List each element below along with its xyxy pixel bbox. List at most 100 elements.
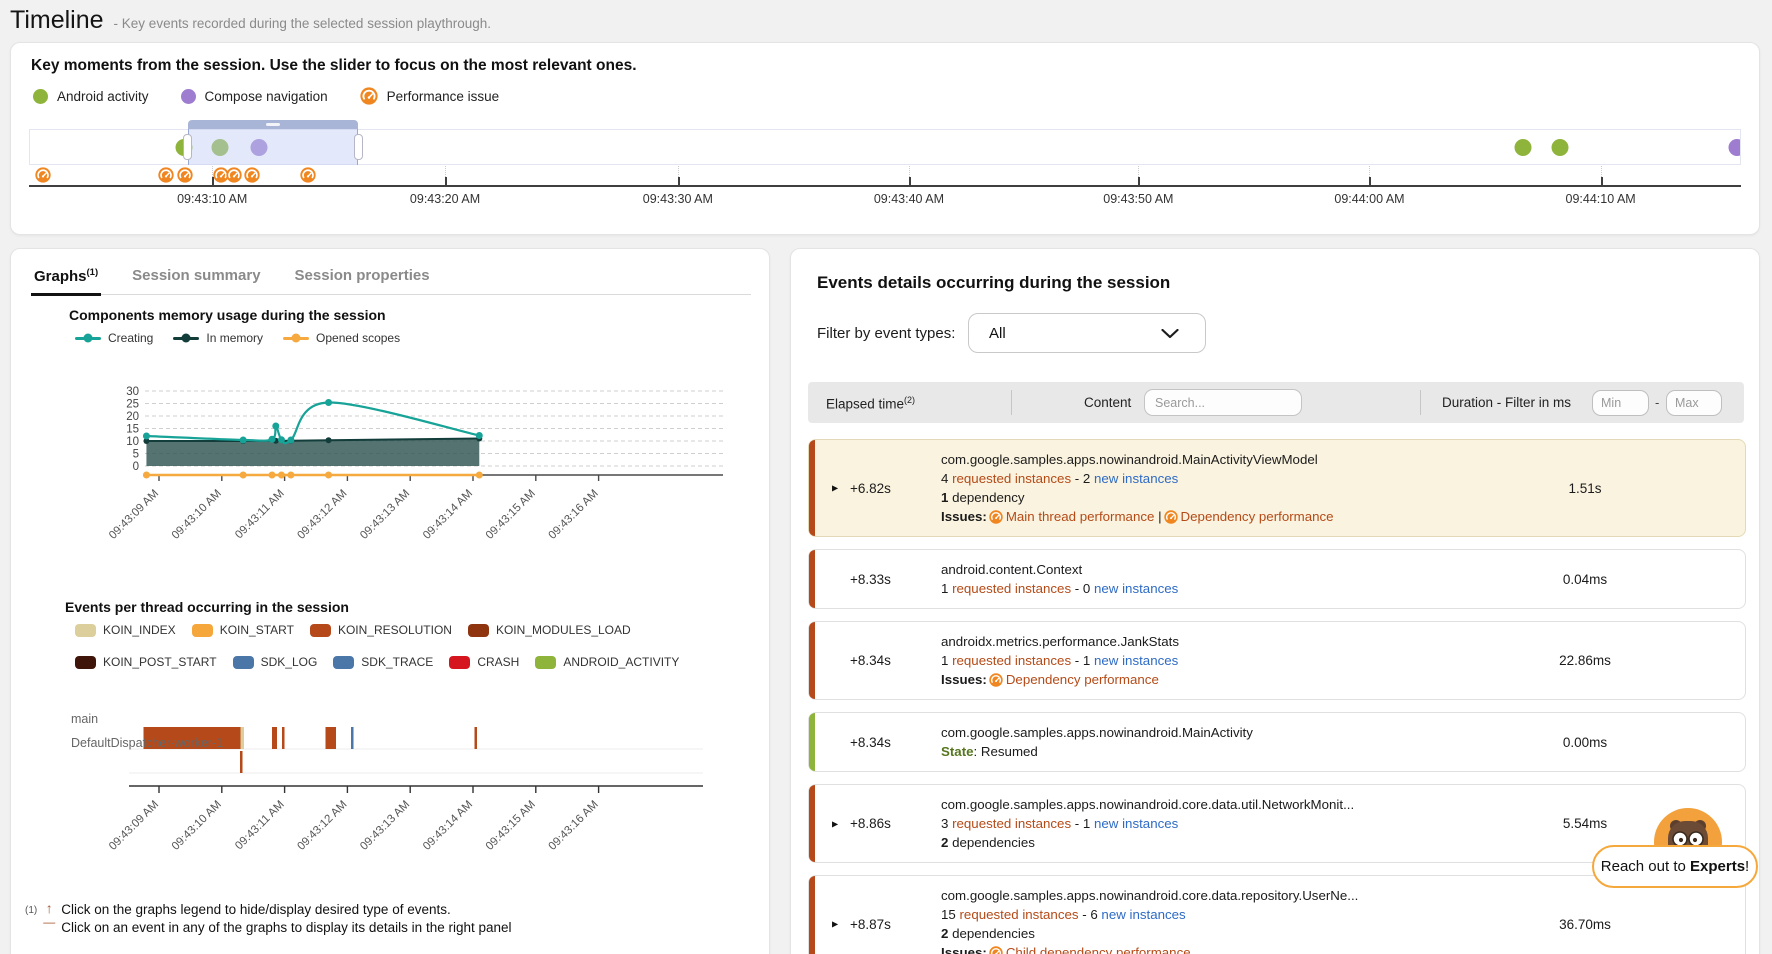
dependencies-label: dependencies — [948, 835, 1035, 850]
content-cell: com.google.samples.apps.nowinandroid.cor… — [941, 886, 1425, 954]
svg-text:09:43:09 AM: 09:43:09 AM — [107, 799, 161, 853]
elapsed-cell: +8.34s — [809, 653, 941, 668]
axis-tick-label: 09:43:10 AM — [177, 192, 247, 206]
expand-arrow-icon[interactable]: ▶ — [832, 920, 838, 929]
event-type-swatch-icon — [310, 624, 331, 637]
memory-usage-chart[interactable]: 05101520253009:43:09 AM09:43:10 AM09:43:… — [81, 353, 736, 553]
new-instances-link[interactable]: new instances — [1094, 581, 1178, 596]
event-row[interactable]: +8.33sandroid.content.Context1 requested… — [808, 549, 1746, 609]
elapsed-value: +6.82s — [850, 481, 891, 496]
performance-issue-icon[interactable] — [35, 167, 51, 183]
content-cell: com.google.samples.apps.nowinandroid.Mai… — [941, 723, 1425, 761]
content-cell: com.google.samples.apps.nowinandroid.Mai… — [941, 450, 1425, 526]
new-instances-link[interactable]: new instances — [1094, 471, 1178, 486]
event-row[interactable]: +8.34sandroidx.metrics.performance.JankS… — [808, 621, 1746, 700]
event-row[interactable]: +8.34s com.google.samples.apps.nowinandro… — [808, 712, 1746, 772]
axis-tick-label: 09:43:20 AM — [410, 192, 480, 206]
memory-legend-opened-scopes[interactable]: Opened scopes — [283, 331, 400, 345]
elapsed-cell: ▶ +8.87s — [809, 917, 941, 932]
performance-issue-icon[interactable] — [177, 167, 193, 183]
filter-label: Filter by event types: — [817, 325, 955, 342]
new-instances-link[interactable]: new instances — [1101, 907, 1185, 922]
issue-link[interactable]: Child dependency performance — [1006, 945, 1191, 954]
chevron-down-icon — [1161, 329, 1179, 339]
svg-text:09:43:15 AM: 09:43:15 AM — [484, 799, 538, 853]
tab-session-properties[interactable]: Session properties — [292, 263, 433, 294]
thread-events-chart[interactable]: mainDefaultDispatcher-worker-109:43:09 A… — [41, 701, 731, 866]
tab-graphs[interactable]: Graphs(1) — [31, 263, 101, 296]
duration-value: 1.51s — [1425, 481, 1745, 496]
requested-instances-link[interactable]: requested instances — [952, 581, 1071, 596]
thread-chart-title: Events per thread occurring in the sessi… — [65, 599, 349, 615]
thread-legend-koin_index[interactable]: KOIN_INDEX — [75, 623, 176, 637]
reach-out-to-experts-button[interactable]: Reach out to Experts! — [1592, 845, 1758, 888]
selection-right-handle[interactable] — [354, 134, 363, 160]
requested-instances-link[interactable]: requested instances — [952, 816, 1071, 831]
elapsed-value: +8.34s — [850, 735, 891, 750]
issue-link[interactable]: Main thread performance — [1006, 509, 1155, 524]
event-type-filter-dropdown[interactable]: All — [968, 313, 1206, 353]
elapsed-value: +8.87s — [850, 917, 891, 932]
svg-text:30: 30 — [126, 386, 139, 398]
thread-legend-koin_start[interactable]: KOIN_START — [192, 623, 294, 637]
timeline-selection-range[interactable] — [188, 120, 357, 165]
thread-legend-koin_resolution[interactable]: KOIN_RESOLUTION — [310, 623, 452, 637]
tab-session-summary[interactable]: Session summary — [129, 263, 263, 294]
event-row[interactable]: ▶ +8.87s com.google.samples.apps.nowinandr… — [808, 875, 1746, 954]
page-title: Timeline — [10, 6, 104, 35]
content-cell: android.content.Context1 requested insta… — [941, 560, 1425, 598]
series-marker-icon — [283, 337, 309, 340]
event-type-label: KOIN_RESOLUTION — [338, 623, 452, 637]
instances-line: 1 requested instances - 1 new instances — [941, 651, 1425, 670]
android-activity-dot[interactable] — [1514, 139, 1531, 156]
duration-min-input[interactable] — [1592, 390, 1649, 416]
memory-legend-creating[interactable]: Creating — [75, 331, 153, 345]
requested-instances-link[interactable]: requested instances — [952, 471, 1071, 486]
series-marker-icon — [173, 337, 199, 340]
performance-issue-icon[interactable] — [158, 167, 174, 183]
performance-issue-icon — [987, 509, 1006, 524]
event-type-label: SDK_LOG — [261, 655, 318, 669]
svg-text:09:43:14 AM: 09:43:14 AM — [421, 488, 475, 542]
svg-text:09:43:10 AM: 09:43:10 AM — [170, 488, 224, 542]
thread-legend-sdk_log[interactable]: SDK_LOG — [233, 655, 318, 669]
memory-legend-in-memory[interactable]: In memory — [173, 331, 263, 345]
performance-issue-icon[interactable] — [226, 167, 242, 183]
svg-text:09:43:09 AM: 09:43:09 AM — [107, 488, 161, 542]
selection-drag-strip[interactable] — [188, 120, 357, 129]
thread-legend-android_activity[interactable]: ANDROID_ACTIVITY — [535, 655, 679, 669]
thread-legend-koin_post_start[interactable]: KOIN_POST_START — [75, 655, 217, 669]
duration-max-input[interactable] — [1666, 390, 1722, 416]
event-type-swatch-icon — [192, 624, 213, 637]
new-instances-link[interactable]: new instances — [1094, 653, 1178, 668]
elapsed-value: +8.86s — [850, 816, 891, 831]
requested-count: 15 — [941, 907, 960, 922]
requested-instances-link[interactable]: requested instances — [960, 907, 1079, 922]
event-type-swatch-icon — [75, 624, 96, 637]
event-type-label: KOIN_INDEX — [103, 623, 176, 637]
svg-text:20: 20 — [126, 411, 139, 423]
thread-legend-sdk_trace[interactable]: SDK_TRACE — [333, 655, 433, 669]
axis-tick-label: 09:44:00 AM — [1334, 192, 1404, 206]
performance-issue-icon[interactable] — [244, 167, 260, 183]
expand-arrow-icon[interactable]: ▶ — [832, 819, 838, 828]
issue-link[interactable]: Dependency performance — [1181, 509, 1334, 524]
android-activity-dot[interactable] — [1552, 139, 1569, 156]
event-row[interactable]: ▶ +6.82s com.google.samples.apps.nowinandr… — [808, 439, 1746, 537]
compose-navigation-dot[interactable] — [1728, 139, 1741, 156]
footnote-marker: (1) — [25, 905, 37, 937]
svg-text:DefaultDispatcher-worker-1: DefaultDispatcher-worker-1 — [71, 736, 223, 750]
selection-left-handle[interactable] — [183, 134, 192, 160]
thread-legend-koin_modules_load[interactable]: KOIN_MODULES_LOAD — [468, 623, 631, 637]
timeline-slider[interactable]: 09:43:10 AM09:43:20 AM09:43:30 AM09:43:4… — [29, 43, 1741, 236]
requested-instances-link[interactable]: requested instances — [952, 653, 1071, 668]
performance-issue-icon[interactable] — [300, 167, 316, 183]
svg-text:0: 0 — [133, 461, 139, 473]
issue-link[interactable]: Dependency performance — [1006, 672, 1159, 687]
thread-legend-crash[interactable]: CRASH — [449, 655, 519, 669]
event-type-label: SDK_TRACE — [361, 655, 433, 669]
expand-arrow-icon[interactable]: ▶ — [832, 484, 838, 493]
svg-text:09:43:16 AM: 09:43:16 AM — [547, 488, 601, 542]
content-search-input[interactable] — [1144, 389, 1302, 416]
new-instances-link[interactable]: new instances — [1094, 816, 1178, 831]
